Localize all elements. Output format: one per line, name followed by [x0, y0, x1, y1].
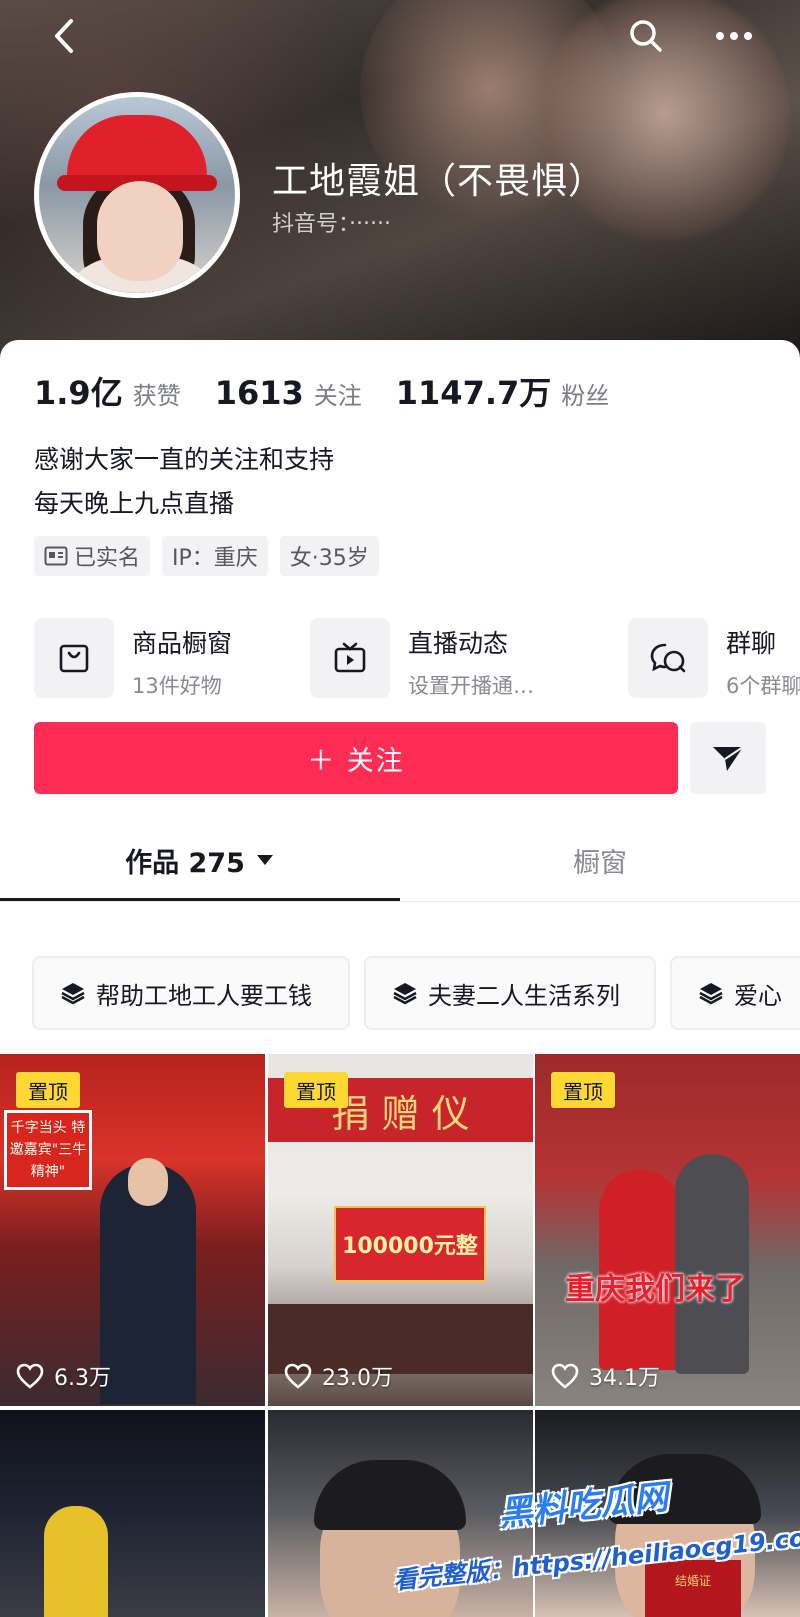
chat-icon [650, 643, 686, 673]
search-button[interactable] [618, 8, 674, 64]
feature-group-chat-sub: 6个群聊 [726, 674, 800, 698]
thumbnail-image [0, 1410, 265, 1617]
feature-live[interactable]: 直播动态 设置开播通… [310, 618, 534, 700]
like-count: 34.1万 [551, 1360, 660, 1392]
tag-verified-label: 已实名 [74, 546, 141, 571]
layers-icon [60, 981, 86, 1005]
heart-icon [16, 1363, 44, 1389]
stat-following-value: 1613 [214, 374, 304, 412]
heart-icon [551, 1363, 579, 1389]
share-button[interactable] [690, 722, 766, 794]
thumbnail-caption: 重庆我们来了 [565, 1272, 745, 1307]
feature-group-chat[interactable]: 群聊 6个群聊 [628, 618, 800, 700]
layers-icon [698, 981, 724, 1005]
douyin-id-label: 抖音号： [272, 212, 350, 237]
collection-chip[interactable]: 爱心 [670, 956, 800, 1030]
like-count-value: 34.1万 [589, 1366, 660, 1391]
follow-button[interactable]: ＋ 关注 [34, 722, 678, 794]
layers-icon [392, 981, 418, 1005]
stat-following-label: 关注 [313, 382, 362, 410]
video-thumbnail[interactable]: 结婚证 [535, 1410, 800, 1617]
pinned-badge: 置顶 [16, 1072, 80, 1108]
bio: 感谢大家一直的关注和支持 每天晚上九点直播 [34, 438, 334, 526]
feature-showcase-sub: 13件好物 [132, 674, 222, 698]
stat-likes-label: 获赞 [132, 382, 181, 410]
feature-showcase-icon-box [34, 618, 114, 698]
douyin-id-value: ‧‧‧‧‧‧ [349, 212, 391, 237]
stat-followers-label: 粉丝 [561, 382, 610, 410]
stat-followers[interactable]: 1147.7万 粉丝 [396, 368, 610, 414]
stat-likes-value: 1.9亿 [34, 374, 123, 412]
like-count-value: 23.0万 [322, 1366, 393, 1391]
feature-group-chat-text: 群聊 6个群聊 [726, 618, 800, 700]
tab-divider [0, 901, 800, 902]
collection-chip[interactable]: 夫妻二人生活系列 [364, 956, 656, 1030]
send-icon [713, 746, 744, 771]
douyin-id: 抖音号：‧‧‧‧‧‧ [272, 206, 391, 238]
search-icon [630, 20, 662, 52]
id-card-icon [44, 546, 68, 566]
thumbnail-book: 结婚证 [645, 1560, 741, 1617]
more-dots-icon [716, 32, 752, 40]
tag-verified[interactable]: 已实名 [34, 536, 151, 576]
like-count: 23.0万 [284, 1360, 393, 1392]
back-button[interactable] [36, 8, 92, 64]
collection-chip-label: 夫妻二人生活系列 [428, 981, 620, 1010]
video-thumbnail[interactable]: 重庆我们来了 置顶 34.1万 [535, 1054, 800, 1406]
feature-showcase[interactable]: 商品橱窗 13件好物 [34, 618, 232, 700]
collection-chip-label: 爱心 [734, 981, 782, 1010]
bio-line: 每天晚上九点直播 [34, 489, 235, 518]
collection-row: 帮助工地工人要工钱 夫妻二人生活系列 爱心 [32, 956, 800, 1030]
thumbnail-face [128, 1158, 168, 1206]
bio-line: 感谢大家一直的关注和支持 [34, 445, 335, 474]
thumbnail-banner: 千字当头 特邀嘉宾"三牛精神" [4, 1110, 92, 1190]
chevron-left-icon [55, 19, 73, 53]
content-tabs: 作品 275 橱窗 [0, 818, 800, 902]
feature-group-chat-icon-box [628, 618, 708, 698]
tag-row: 已实名 IP：重庆 女·35岁 [34, 536, 391, 576]
tv-icon [334, 642, 366, 673]
stat-followers-value: 1147.7万 [395, 374, 552, 412]
feature-live-sub: 设置开播通… [408, 674, 534, 698]
video-thumbnail[interactable]: 捐 赠 仪 100000元整 置顶 23.0万 [268, 1054, 533, 1406]
feature-live-title: 直播动态 [408, 629, 509, 658]
video-thumbnail[interactable] [0, 1410, 265, 1617]
feature-showcase-text: 商品橱窗 13件好物 [132, 618, 232, 700]
more-button[interactable] [706, 8, 762, 64]
stats-row: 1.9亿 获赞 1613 关注 1147.7万 粉丝 [34, 368, 643, 414]
tab-works[interactable]: 作品 275 [0, 818, 400, 902]
feature-group-chat-title: 群聊 [726, 629, 777, 658]
feature-showcase-title: 商品橱窗 [132, 629, 233, 658]
collection-chip-label: 帮助工地工人要工钱 [96, 981, 312, 1010]
feature-live-icon-box [310, 618, 390, 698]
tab-showcase[interactable]: 橱窗 [400, 818, 800, 902]
stat-likes: 1.9亿 获赞 [34, 368, 181, 414]
tag-gender-age: 女·35岁 [279, 536, 379, 576]
feature-row: 商品橱窗 13件好物 直播动态 设置开播通… 群聊 6个群聊 [34, 618, 800, 702]
pinned-badge: 置顶 [284, 1072, 348, 1108]
tab-works-label: 作品 275 [125, 847, 245, 879]
tag-ip: IP：重庆 [162, 536, 268, 576]
video-thumbnail[interactable]: 千字当头 特邀嘉宾"三牛精神" 置顶 6.3万 [0, 1054, 265, 1406]
avatar[interactable] [34, 92, 240, 298]
bag-icon [59, 644, 89, 673]
caret-down-icon [256, 855, 273, 865]
like-count-value: 6.3万 [54, 1366, 111, 1391]
heart-icon [284, 1363, 312, 1389]
thumbnail-cheque: 100000元整 [334, 1206, 486, 1282]
thumbnail-person [44, 1506, 108, 1617]
video-thumbnail[interactable] [268, 1410, 533, 1617]
like-count: 6.3万 [16, 1360, 111, 1392]
profile-header: 工地霞姐（不畏惧） 抖音号：‧‧‧‧‧‧ [0, 0, 800, 360]
avatar-face [97, 181, 183, 281]
pinned-badge: 置顶 [551, 1072, 615, 1108]
stat-following[interactable]: 1613 关注 [215, 374, 362, 412]
collection-chip[interactable]: 帮助工地工人要工钱 [32, 956, 350, 1030]
feature-live-text: 直播动态 设置开播通… [408, 618, 534, 700]
username: 工地霞姐（不畏惧） [272, 161, 606, 202]
